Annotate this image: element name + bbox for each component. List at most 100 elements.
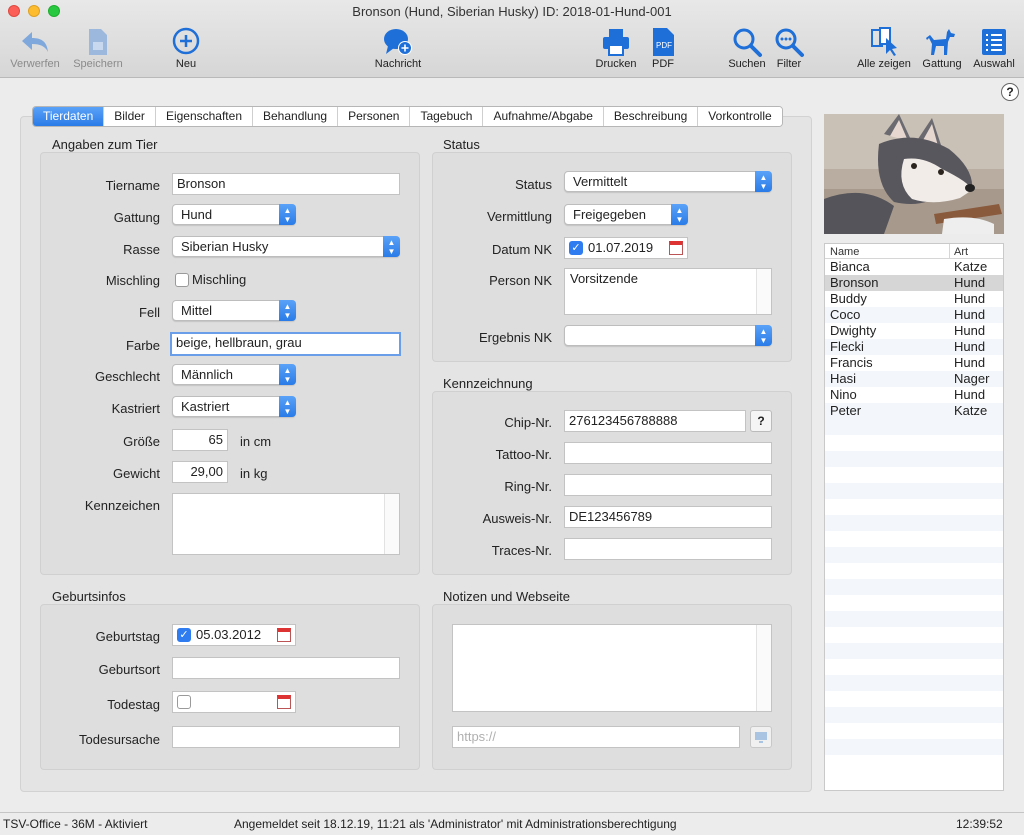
clock: 12:39:52 — [956, 817, 1003, 831]
tab-bilder[interactable]: Bilder — [104, 107, 156, 126]
list-item[interactable]: Dwighty Hund — [825, 323, 1003, 339]
verwerfen-button[interactable]: Verwerfen — [4, 26, 66, 70]
person-nk-label: Person NK — [489, 273, 552, 288]
geschlecht-select[interactable]: Männlich ▲ ▼ — [172, 364, 296, 385]
gewicht-unit: in kg — [240, 466, 268, 481]
geburtsort-input[interactable] — [172, 657, 400, 679]
list-item[interactable]: Hasi Nager — [825, 371, 1003, 387]
webseite-input[interactable]: https:// — [452, 726, 740, 748]
person-nk-textarea[interactable]: Vorsitzende — [564, 268, 772, 315]
list-item[interactable]: Peter Katze — [825, 403, 1003, 419]
select-arrows-icon: ▲ ▼ — [383, 236, 400, 257]
calendar-icon[interactable] — [669, 241, 683, 255]
tab-aufnahme-abgabe[interactable]: Aufnahme/Abgabe — [483, 107, 604, 126]
gewicht-input[interactable]: 29,00 — [172, 461, 228, 483]
list-item[interactable]: Nino Hund — [825, 387, 1003, 403]
help-button[interactable]: ? — [1001, 83, 1019, 101]
list-item[interactable]: Buddy Hund — [825, 291, 1003, 307]
farbe-input[interactable]: beige, hellbraun, grau — [170, 332, 401, 356]
tiername-input[interactable]: Bronson — [172, 173, 400, 195]
filter-button[interactable]: Filter — [770, 26, 808, 70]
list-col-name[interactable]: Name — [830, 246, 859, 258]
suchen-button[interactable]: Suchen — [724, 26, 770, 70]
rasse-select[interactable]: Siberian Husky ▲ ▼ — [172, 236, 400, 257]
fell-select[interactable]: Mittel ▲ ▼ — [172, 300, 296, 321]
tab-tierdaten[interactable]: Tierdaten — [33, 107, 105, 126]
scrollbar[interactable] — [384, 494, 399, 554]
calendar-icon[interactable] — [277, 628, 291, 642]
traces-input[interactable] — [564, 538, 772, 560]
geburtsort-label: Geburtsort — [98, 662, 160, 677]
list-item[interactable]: Bianca Katze — [825, 259, 1003, 275]
calendar-icon[interactable] — [277, 695, 291, 709]
empty-list-row — [825, 723, 1003, 739]
tab-beschreibung[interactable]: Beschreibung — [603, 107, 699, 126]
search-filter-icon — [775, 28, 804, 57]
kennzeichen-label: Kennzeichen — [84, 498, 160, 513]
select-arrows-icon: ▲ ▼ — [279, 300, 296, 321]
chip-input[interactable]: 276123456788888 — [564, 410, 746, 432]
animal-art: Katze — [954, 259, 988, 274]
nachricht-label: Nachricht — [374, 58, 422, 70]
fell-label: Fell — [139, 305, 160, 320]
status-select[interactable]: Vermittelt ▲ ▼ — [564, 171, 772, 192]
mischling-checkbox[interactable] — [175, 273, 189, 287]
empty-list-row — [825, 691, 1003, 707]
vermittlung-select[interactable]: Freigegeben ▲ ▼ — [564, 204, 688, 225]
plus-circle-icon — [172, 27, 200, 55]
list-item-selected[interactable]: Bronson Hund — [825, 275, 1003, 291]
auswahl-button[interactable]: Auswahl — [968, 26, 1020, 70]
datum-nk-checkbox[interactable]: ✓ — [569, 241, 583, 255]
tab-behandlung[interactable]: Behandlung — [253, 107, 339, 126]
list-item[interactable]: Francis Hund — [825, 355, 1003, 371]
gattung-button[interactable]: Gattung — [918, 26, 966, 70]
tab-vorkontrolle[interactable]: Vorkontrolle — [698, 107, 782, 126]
todestag-input[interactable] — [172, 691, 296, 713]
scrollbar[interactable] — [756, 269, 771, 314]
speichern-button[interactable]: Speichern — [68, 26, 128, 70]
todestag-label: Todestag — [107, 697, 160, 712]
groesse-input[interactable]: 65 — [172, 429, 228, 451]
nachricht-button[interactable]: Nachricht — [366, 26, 430, 70]
column-divider[interactable] — [949, 244, 950, 259]
ausweis-input[interactable]: DE123456789 — [564, 506, 772, 528]
undo-arrow-icon — [22, 32, 48, 52]
datum-nk-input[interactable]: ✓ 01.07.2019 — [564, 237, 688, 259]
farbe-label: Farbe — [126, 338, 160, 353]
drucken-button[interactable]: Drucken — [592, 26, 640, 70]
chip-label: Chip-Nr. — [504, 415, 552, 430]
datum-nk-value: 01.07.2019 — [588, 240, 654, 255]
kastriert-select[interactable]: Kastriert ▲ ▼ — [172, 396, 296, 417]
drucken-label: Drucken — [595, 58, 637, 70]
gattung-select[interactable]: Hund ▲ ▼ — [172, 204, 296, 225]
geburtstag-checkbox[interactable]: ✓ — [177, 628, 191, 642]
chip-help-button[interactable]: ? — [750, 410, 772, 432]
tab-tagebuch[interactable]: Tagebuch — [410, 107, 484, 126]
alle-zeigen-button[interactable]: Alle zeigen — [852, 26, 916, 70]
empty-list-row — [825, 675, 1003, 691]
tattoo-input[interactable] — [564, 442, 772, 464]
list-item[interactable]: Coco Hund — [825, 307, 1003, 323]
list-col-art[interactable]: Art — [954, 246, 968, 258]
tab-eigenschaften[interactable]: Eigenschaften — [155, 107, 253, 126]
gattung-value: Hund — [181, 207, 213, 222]
ergebnis-nk-select[interactable]: ▲ ▼ — [564, 325, 772, 346]
neu-button[interactable]: Neu — [160, 26, 212, 70]
tab-personen[interactable]: Personen — [338, 107, 411, 126]
ergebnis-nk-label: Ergebnis NK — [479, 330, 552, 345]
ring-input[interactable] — [564, 474, 772, 496]
list-item[interactable]: Flecki Hund — [825, 339, 1003, 355]
animal-art: Hund — [954, 355, 986, 370]
animal-art: Katze — [954, 403, 988, 418]
notizen-textarea[interactable] — [452, 624, 772, 712]
pdf-button[interactable]: PDF PDF — [644, 26, 682, 70]
open-webseite-button[interactable] — [750, 726, 772, 748]
list-empty-area — [825, 419, 1003, 771]
animal-name: Buddy — [830, 291, 867, 306]
message-bubble-icon — [384, 29, 412, 55]
todestag-checkbox[interactable] — [177, 695, 191, 709]
geburtstag-input[interactable]: ✓ 05.03.2012 — [172, 624, 296, 646]
scrollbar[interactable] — [756, 625, 771, 711]
kennzeichen-textarea[interactable] — [172, 493, 400, 555]
todesursache-input[interactable] — [172, 726, 400, 748]
